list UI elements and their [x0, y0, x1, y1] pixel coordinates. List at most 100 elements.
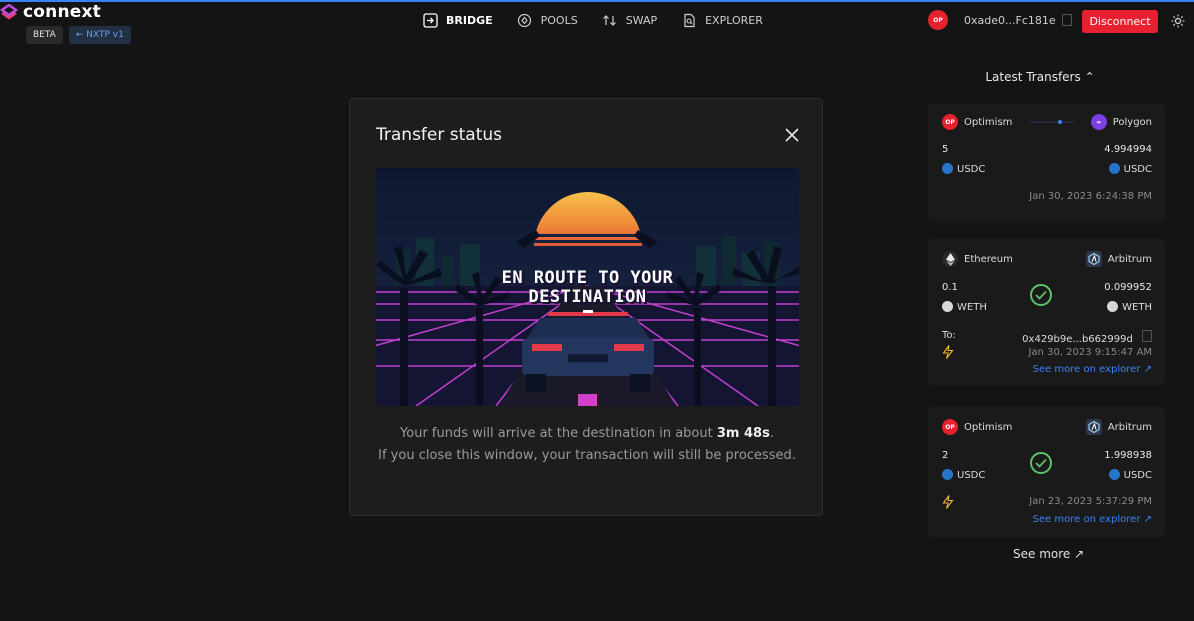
to-token: USDC [1108, 163, 1152, 175]
to-chain-name: Arbitrum [1107, 253, 1152, 265]
to-token: WETH [1107, 301, 1152, 313]
ethereum-icon [942, 251, 958, 267]
polygon-icon: ∞ [1090, 114, 1107, 130]
optimism-network-icon[interactable]: OP [928, 10, 948, 30]
message-line-2: If you close this window, your transacti… [378, 448, 796, 463]
progress-line-icon [1030, 120, 1074, 124]
from-chain: OP Optimism [942, 419, 1012, 435]
transfer-status-modal: Transfer status EN ROUTE TO YOUR DESTINA… [349, 98, 823, 516]
weth-icon [1107, 301, 1119, 312]
disconnect-button[interactable]: Disconnect [1082, 10, 1158, 33]
from-chain-name: Optimism [964, 421, 1013, 433]
check-circle-icon [1030, 284, 1052, 306]
copy-address-icon[interactable] [1142, 330, 1152, 342]
transfer-date: Jan 30, 2023 6:24:38 PM [1029, 191, 1152, 202]
from-chain: OP Optimism [942, 114, 1012, 130]
transfer-card[interactable]: Ethereum Arbitrum 0.1 0.099952 WETH WETH… [928, 238, 1165, 386]
to-amount: 0.099952 [1104, 282, 1152, 293]
brand-name: connext [23, 2, 101, 22]
explorer-icon [681, 12, 697, 28]
to-amount: 1.998938 [1104, 450, 1152, 461]
recipient: 0x429b9e...b662999d [1022, 330, 1152, 345]
message-prefix: Your funds will arrive at the destinatio… [400, 426, 713, 441]
explorer-link[interactable]: See more on explorer ↗ [1033, 514, 1152, 525]
to-amount: 4.994994 [1104, 144, 1152, 155]
nav-pools[interactable]: POOLS [517, 12, 578, 28]
nav-explorer[interactable]: EXPLORER [681, 12, 763, 28]
to-chain: Arbitrum [1085, 251, 1152, 267]
latest-transfers-title: Latest Transfers [985, 70, 1081, 84]
sun-icon[interactable] [1171, 14, 1185, 28]
from-token: WETH [942, 301, 987, 313]
from-token: USDC [942, 469, 985, 481]
to-token-label: WETH [1122, 302, 1152, 313]
to-token: USDC [1108, 469, 1152, 481]
usdc-icon [1108, 469, 1120, 480]
transfer-card[interactable]: OP Optimism Arbitrum 2 1.998938 USDC USD… [928, 406, 1165, 538]
main-nav: BRIDGE POOLS SWAP EXPLORER [422, 12, 763, 28]
from-chain: Ethereum [942, 251, 1013, 267]
copy-address-icon[interactable] [1061, 14, 1072, 26]
nav-explorer-label: EXPLORER [705, 13, 763, 27]
to-label: To: [942, 330, 956, 341]
to-chain: ∞ Polygon [1090, 114, 1152, 130]
nav-pools-label: POOLS [540, 13, 578, 27]
message-suffix: . [769, 426, 774, 441]
to-chain-name: Polygon [1112, 116, 1152, 128]
from-chain-name: Optimism [964, 116, 1013, 128]
from-amount: 5 [942, 144, 949, 155]
to-token-label: USDC [1123, 470, 1152, 481]
en-route-banner: EN ROUTE TO YOUR DESTINATION [376, 269, 799, 307]
from-amount: 0.1 [942, 282, 958, 293]
pools-icon [517, 12, 533, 28]
chevron-up-icon: ⌃ [1084, 70, 1095, 84]
connext-logo-icon [0, 4, 18, 20]
nav-swap-label: SWAP [625, 13, 658, 27]
from-token-label: USDC [957, 164, 986, 175]
eta-value: 3m 48s [716, 426, 770, 441]
usdc-icon [1108, 163, 1120, 174]
nxtp-v1-link[interactable]: ← NXTP v1 [68, 26, 131, 44]
from-token-label: USDC [957, 470, 986, 481]
from-token-label: WETH [957, 302, 987, 313]
lightning-icon [942, 345, 954, 359]
wallet-info: OP 0xade0...Fc181e [928, 10, 1072, 30]
en-route-line-1: EN ROUTE TO YOUR [501, 268, 674, 288]
connext-logo[interactable]: connext [0, 2, 101, 22]
en-route-illustration: EN ROUTE TO YOUR DESTINATION [376, 168, 799, 406]
recipient-address: 0x429b9e...b662999d [1022, 334, 1133, 345]
usdc-icon [942, 469, 953, 480]
close-icon[interactable] [785, 128, 799, 142]
from-amount: 2 [942, 450, 949, 461]
latest-transfers-toggle[interactable]: Latest Transfers ⌃ [960, 70, 1120, 84]
transfer-message: Your funds will arrive at the destinatio… [370, 423, 804, 467]
nav-swap[interactable]: SWAP [602, 12, 657, 28]
top-accent-line [0, 0, 1194, 2]
beta-badge: BETA [26, 26, 63, 44]
en-route-line-2: DESTINATION [528, 287, 647, 307]
optimism-icon: OP [942, 419, 958, 435]
bridge-icon [422, 12, 438, 28]
usdc-icon [942, 163, 953, 174]
wallet-address: 0xade0...Fc181e [964, 13, 1056, 27]
weth-icon [942, 301, 953, 312]
lightning-icon [942, 495, 954, 509]
modal-title: Transfer status [376, 125, 502, 145]
from-token: USDC [942, 163, 985, 175]
see-more-link[interactable]: See more ↗ [1013, 547, 1084, 561]
nav-bridge-label: BRIDGE [446, 13, 493, 27]
swap-icon [602, 12, 618, 28]
arbitrum-icon [1085, 419, 1102, 435]
transfer-date: Jan 23, 2023 5:37:29 PM [1029, 496, 1152, 507]
explorer-link[interactable]: See more on explorer ↗ [1033, 364, 1152, 375]
transfer-card[interactable]: OP Optimism ∞ Polygon 5 4.994994 USDC US… [928, 103, 1165, 221]
from-chain-name: Ethereum [964, 253, 1013, 265]
check-circle-icon [1030, 452, 1052, 474]
transfer-date: Jan 30, 2023 9:15:47 AM [1028, 347, 1152, 358]
to-token-label: USDC [1123, 164, 1152, 175]
optimism-icon: OP [942, 114, 958, 130]
arbitrum-icon [1085, 251, 1102, 267]
to-chain: Arbitrum [1085, 419, 1152, 435]
to-chain-name: Arbitrum [1107, 421, 1152, 433]
nav-bridge[interactable]: BRIDGE [422, 12, 493, 28]
